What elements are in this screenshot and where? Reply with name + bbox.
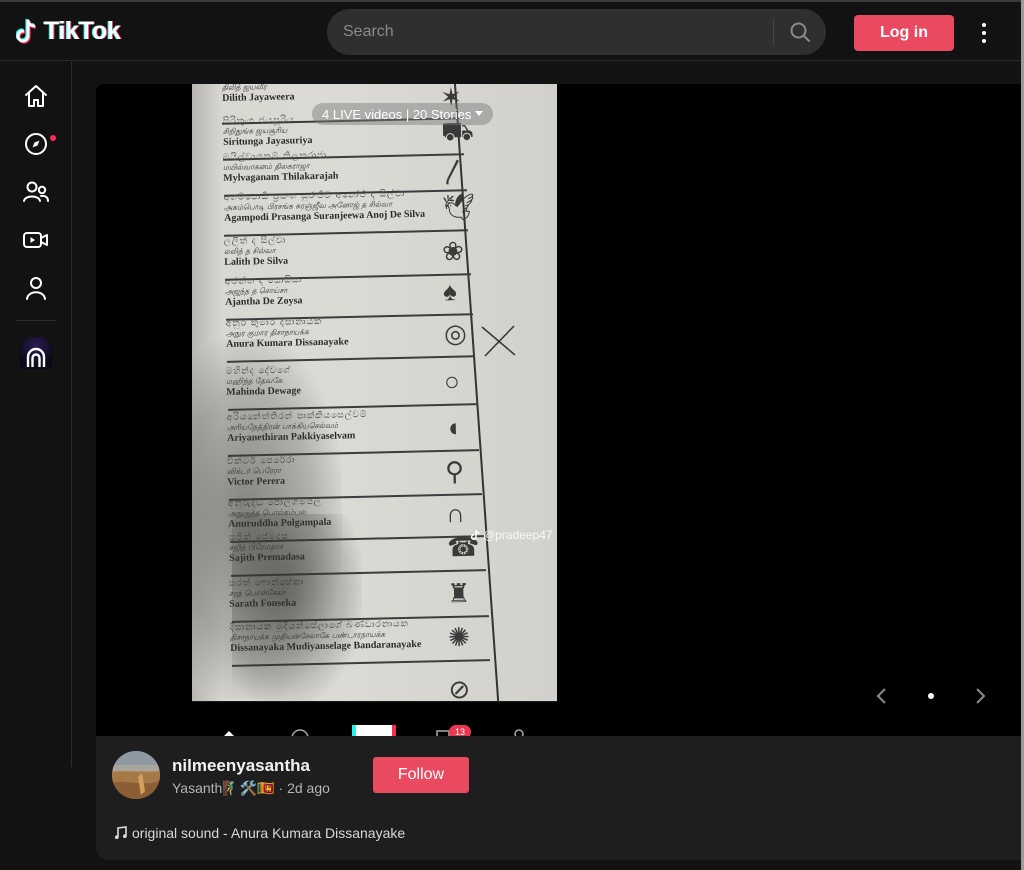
music-note-icon <box>115 826 127 839</box>
sidebar-item-profile[interactable] <box>20 272 52 304</box>
eagle-symbol-icon: 🕊 <box>441 191 476 223</box>
more-options-button[interactable] <box>972 20 996 46</box>
friends-icon <box>291 729 309 736</box>
feather-symbol-icon: 〳 <box>441 156 468 188</box>
ballot-row: අජන්ත ද සොයිසා அஜந்த த சொய்சா Ajantha De Z… <box>225 271 506 308</box>
horseshoe-symbol-icon: ∩ <box>445 497 466 529</box>
ballot-row: අගම්පොඩි ප්‍රසංග සුරංජීව අනෝජ් ද සිල්වා அ… <box>224 187 505 224</box>
embedded-phone-nav <box>192 701 557 736</box>
search-button[interactable] <box>774 9 826 55</box>
chevron-left-icon <box>876 688 886 704</box>
ballot-row: දිලිත් ජයවීරதிலித் ஜயவீரDilith Jayaweera… <box>222 84 502 112</box>
avatar[interactable] <box>112 751 160 799</box>
sidebar-item-explore[interactable] <box>20 128 52 160</box>
display-name: Yasanth🧗‍♂️🛠️🇱🇰 <box>172 780 275 796</box>
sidebar-item-following[interactable] <box>20 176 52 208</box>
compass-icon <box>25 133 47 155</box>
profile-icon <box>514 729 524 736</box>
create-icon <box>352 725 396 736</box>
tiktok-logo[interactable]: TikTok <box>15 17 121 46</box>
leaf-symbol-icon: ⊘ <box>448 673 471 701</box>
sidebar-divider <box>71 62 72 767</box>
motorcycle-symbol-icon: ⚲ <box>445 455 465 487</box>
video-player[interactable]: දිලිත් ජයවීරதிலித் ஜயவீரDilith Jayaweera… <box>96 84 1021 736</box>
inbox-badge: 13 <box>449 725 471 736</box>
sidebar-item-live[interactable] <box>20 224 52 256</box>
search-input[interactable] <box>327 9 773 55</box>
sidebar-item-home[interactable] <box>20 80 52 112</box>
stories-dropdown[interactable]: 4 LIVE videos | 20 Stories <box>312 103 494 125</box>
video-watermark: @pradeep47 <box>471 528 553 542</box>
vote-cross-mark <box>481 325 516 357</box>
compass-symbol-icon: ◎ <box>443 317 467 349</box>
people-icon <box>23 181 49 202</box>
home-icon <box>224 731 234 736</box>
avatar-image <box>112 751 160 799</box>
stories-label: 4 LIVE videos | 20 Stories <box>322 106 472 122</box>
sound-title: original sound - Anura Kumara Dissanayak… <box>132 825 406 841</box>
lamp-symbol-icon: ♜ <box>446 577 471 609</box>
watermark-handle: @pradeep47 <box>483 528 553 542</box>
sidebar-separator <box>16 320 56 321</box>
search-icon <box>790 22 810 42</box>
post-date: 2d ago <box>287 780 330 796</box>
separator-dot: · <box>274 780 288 796</box>
tiktok-note-icon <box>471 529 480 540</box>
live-arch-icon <box>26 347 46 367</box>
post-subline: Yasanth🧗‍♂️🛠️🇱🇰 · 2d ago <box>172 780 330 797</box>
conch-symbol-icon: ◖ <box>444 412 461 443</box>
notification-dot <box>50 135 56 141</box>
tiktok-note-icon <box>15 18 40 46</box>
post-username[interactable]: nilmeenyasantha <box>172 756 310 776</box>
chevron-right-icon <box>976 688 986 704</box>
carousel-previous-button[interactable] <box>872 686 892 706</box>
follow-button[interactable]: Follow <box>373 757 469 793</box>
caret-down-icon <box>475 111 484 116</box>
home-icon <box>25 85 47 107</box>
fan-symbol-icon: ✺ <box>447 621 470 653</box>
lotus-symbol-icon: ❀ <box>442 235 465 267</box>
brand-name: TikTok <box>44 17 121 45</box>
post-info-card: nilmeenyasantha Yasanth🧗‍♂️🛠️🇱🇰 · 2d ago… <box>96 736 1021 860</box>
vertical-ellipsis-icon <box>982 23 986 27</box>
pineapple-symbol-icon: ♠ <box>442 276 458 307</box>
person-icon <box>26 277 46 300</box>
login-button[interactable]: Log in <box>854 15 954 51</box>
ballot-photo: දිලිත් ජයවීරதிலித் ஜயவீரDilith Jayaweera… <box>192 84 557 701</box>
sound-link[interactable]: original sound - Anura Kumara Dissanayak… <box>114 825 405 841</box>
live-studio-button[interactable] <box>20 337 52 369</box>
ballot-row: ලලිත් ද සිල්වා லலித் த சில்வா Lalith De Si… <box>224 231 505 268</box>
balloon-symbol-icon: ○ <box>443 366 461 397</box>
search-bar <box>327 9 826 55</box>
carousel-next-button[interactable] <box>970 686 990 706</box>
video-camera-icon <box>23 232 48 248</box>
top-header: TikTok Log in <box>0 2 1021 61</box>
ballot-row: මයිල්වාගනම් තිලකරාජා மயில்வாகனம் திலகராஜா… <box>223 147 504 188</box>
carousel-indicator-dot[interactable] <box>928 693 934 699</box>
